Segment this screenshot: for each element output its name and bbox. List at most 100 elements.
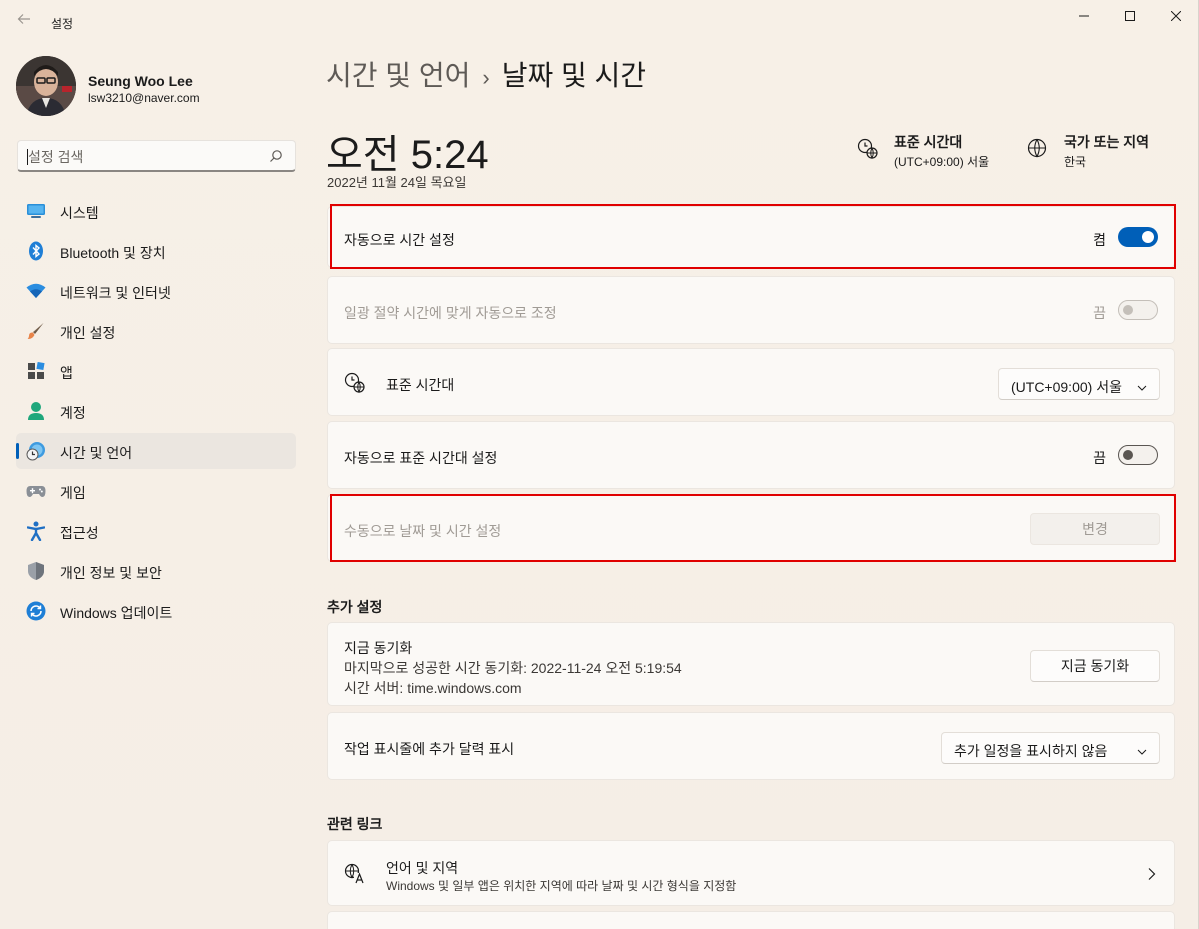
manual-datetime-label: 수동으로 날짜 및 시간 설정 [344,523,502,539]
user-profile[interactable]: Seung Woo Lee lsw3210@naver.com [16,56,296,116]
accessibility-icon [26,521,46,541]
language-region-title: 언어 및 지역 [386,860,459,876]
language-region-link[interactable]: 언어 및 지역 Windows 및 일부 앱은 위치한 지역에 따라 날짜 및 … [327,840,1175,906]
settings-window: 설정 Seung Woo Lee lsw3210@naver.com 설정 검색… [0,0,1199,929]
auto-timezone-card: 자동으로 표준 시간대 설정 끔 [327,421,1175,489]
sidebar-item-accounts[interactable]: 계정 [16,393,296,429]
current-date: 2022년 11월 24일 목요일 [327,175,467,190]
sidebar-item-system[interactable]: 시스템 [16,193,296,229]
sidebar-item-bluetooth[interactable]: Bluetooth 및 장치 [16,233,296,269]
breadcrumb-separator: › [482,65,490,90]
sidebar-item-label: 시간 및 언어 [60,445,133,461]
timezone-globe-icon [344,372,366,394]
search-input[interactable] [28,147,258,167]
sidebar-item-label: 시스템 [60,205,99,221]
sidebar-item-label: 네트워크 및 인터넷 [60,285,171,301]
change-button[interactable]: 변경 [1030,513,1160,545]
related-links-heading: 관련 링크 [327,816,383,832]
calendar-dropdown-value: 추가 일정을 표시하지 않음 [954,743,1108,759]
sidebar-item-personalization[interactable]: 개인 설정 [16,313,296,349]
dst-label: 일광 절약 시간에 맞게 자동으로 조정 [344,305,557,321]
gamepad-icon [26,481,46,501]
sidebar-item-label: 접근성 [60,525,99,541]
search-box[interactable] [17,140,296,172]
sidebar-item-label: Windows 업데이트 [60,605,173,621]
sync-now-button[interactable]: 지금 동기화 [1030,650,1160,682]
calendar-card: 작업 표시줄에 추가 달력 표시 추가 일정을 표시하지 않음 [327,712,1175,780]
search-icon[interactable] [269,149,283,163]
time-language-icon [26,441,46,461]
system-icon [26,201,46,221]
title-bar: 설정 [0,0,1199,44]
breadcrumb: 시간 및 언어 › 날짜 및 시간 [326,54,646,94]
dst-card: 일광 절약 시간에 맞게 자동으로 조정 끔 [327,276,1175,344]
sidebar-item-time-language[interactable]: 시간 및 언어 [16,433,296,469]
sidebar-item-label: 개인 정보 및 보안 [60,565,162,581]
last-sync-text: 마지막으로 성공한 시간 동기화: 2022-11-24 오전 5:19:54 [344,660,682,676]
sidebar-item-label: 앱 [60,365,73,381]
auto-timezone-label: 자동으로 표준 시간대 설정 [344,450,498,466]
sidebar-item-network[interactable]: 네트워크 및 인터넷 [16,273,296,309]
account-icon [26,401,46,421]
bluetooth-icon [26,241,46,261]
auto-time-label: 자동으로 시간 설정 [344,232,455,248]
dst-state: 끔 [1093,305,1106,321]
apps-icon [26,361,46,381]
region-info: 국가 또는 지역 한국 [1027,132,1177,172]
auto-timezone-state: 끔 [1093,450,1106,466]
auto-time-toggle[interactable] [1118,227,1158,247]
user-email: lsw3210@naver.com [88,91,200,105]
sidebar-item-privacy[interactable]: 개인 정보 및 보안 [16,553,296,589]
shield-icon [26,561,46,581]
timezone-info-value: (UTC+09:00) 서울 [894,155,990,169]
minimize-button[interactable] [1061,0,1107,32]
sync-card: 지금 동기화 마지막으로 성공한 시간 동기화: 2022-11-24 오전 5… [327,622,1175,706]
sidebar-item-label: 개인 설정 [60,325,116,341]
timezone-globe-icon [857,138,879,160]
brush-icon [26,321,46,341]
timezone-dropdown-value: (UTC+09:00) 서울 [1011,379,1122,395]
auto-time-card: 자동으로 시간 설정 켬 [327,206,1175,268]
user-name: Seung Woo Lee [88,73,193,89]
sidebar-item-accessibility[interactable]: 접근성 [16,513,296,549]
language-icon [344,863,366,885]
update-icon [26,601,46,621]
breadcrumb-parent[interactable]: 시간 및 언어 [326,60,470,91]
chevron-down-icon [1137,380,1147,391]
timezone-dropdown[interactable]: (UTC+09:00) 서울 [998,368,1160,400]
maximize-button[interactable] [1107,0,1153,32]
calendar-label: 작업 표시줄에 추가 달력 표시 [344,741,515,757]
avatar [16,56,76,116]
sidebar-item-label: Bluetooth 및 장치 [60,245,166,261]
globe-icon [1027,138,1049,160]
additional-settings-heading: 추가 설정 [327,599,383,615]
sidebar-nav: 시스템 Bluetooth 및 장치 네트워크 및 인터넷 개인 설정 앱 계정… [16,193,296,633]
sidebar-item-windows-update[interactable]: Windows 업데이트 [16,593,296,629]
sidebar-item-apps[interactable]: 앱 [16,353,296,389]
timezone-info: 표준 시간대 (UTC+09:00) 서울 [857,132,1007,172]
next-link-card[interactable] [327,911,1175,929]
chevron-right-icon [1146,867,1156,881]
language-region-subtitle: Windows 및 일부 앱은 위치한 지역에 따라 날짜 및 시간 형식을 지… [386,879,737,893]
manual-datetime-card: 수동으로 날짜 및 시간 설정 변경 [327,494,1175,562]
region-info-value: 한국 [1064,155,1087,169]
sidebar-item-label: 게임 [60,485,86,501]
wifi-icon [26,281,46,301]
sidebar-item-gaming[interactable]: 게임 [16,473,296,509]
app-title: 설정 [51,17,74,31]
region-info-title: 국가 또는 지역 [1064,134,1150,150]
calendar-dropdown[interactable]: 추가 일정을 표시하지 않음 [941,732,1160,764]
timezone-info-title: 표준 시간대 [894,134,963,150]
page-title: 날짜 및 시간 [501,60,647,91]
back-arrow-icon[interactable] [14,12,34,32]
dst-toggle[interactable] [1118,300,1158,320]
time-server-text: 시간 서버: time.windows.com [344,680,522,696]
close-button[interactable] [1153,0,1199,32]
timezone-card: 표준 시간대 (UTC+09:00) 서울 [327,348,1175,416]
timezone-label: 표준 시간대 [386,377,455,393]
auto-timezone-toggle[interactable] [1118,445,1158,465]
auto-time-state: 켬 [1093,232,1106,248]
sync-title: 지금 동기화 [344,640,413,656]
sidebar-item-label: 계정 [60,405,86,421]
chevron-down-icon [1137,744,1147,755]
